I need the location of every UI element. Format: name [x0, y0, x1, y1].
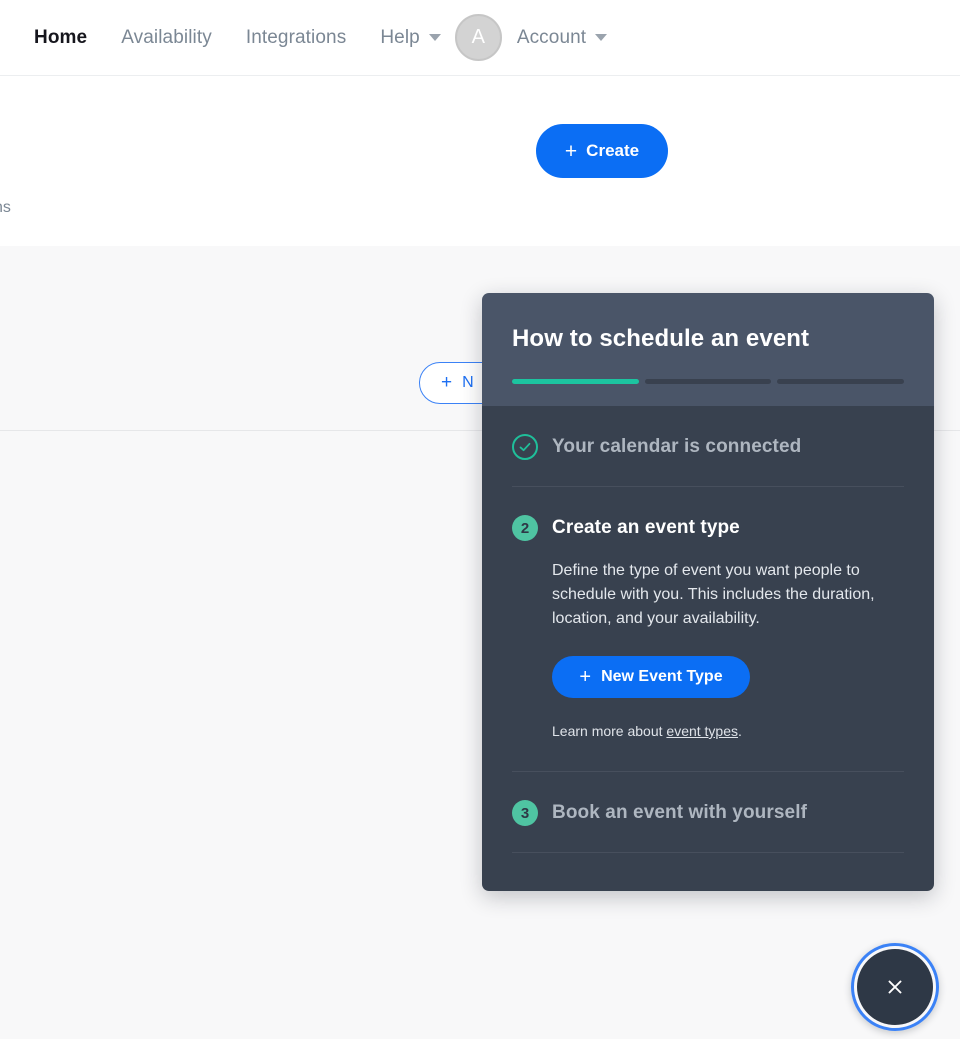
step-item-book-event[interactable]: 3 Book an event with yourself — [512, 772, 904, 891]
plus-icon: + — [441, 372, 453, 393]
close-fab-wrapper — [851, 943, 939, 1031]
event-types-link[interactable]: event types — [666, 723, 738, 739]
modal-title: How to schedule an event — [512, 325, 810, 352]
progress-bar — [512, 379, 905, 384]
nav-item-help-label: Help — [380, 26, 420, 48]
check-circle-icon — [512, 434, 538, 460]
nav-item-help[interactable]: Help — [380, 26, 441, 49]
onboarding-modal: How to schedule an event Your calendar i… — [482, 293, 934, 891]
progress-segment-1 — [512, 379, 639, 384]
nav-item-account-label: Account — [516, 26, 587, 48]
chevron-down-icon — [595, 34, 608, 41]
step-item-calendar-connected[interactable]: Your calendar is connected — [512, 406, 904, 487]
step-item-create-event-type[interactable]: 2 Create an event type Define the type o… — [512, 487, 904, 772]
plus-icon: + — [564, 139, 578, 163]
page-white-section — [0, 76, 960, 246]
new-event-type-outline-label: N — [462, 374, 474, 391]
step-title: Your calendar is connected — [552, 436, 802, 457]
modal-header: How to schedule an event — [482, 293, 934, 406]
step-description: Define the type of event you want people… — [552, 562, 875, 627]
step-header: 2 Create an event type — [512, 515, 904, 541]
clipped-text: ns — [0, 199, 11, 216]
learn-more-suffix: . — [738, 723, 742, 739]
nav-item-availability[interactable]: Availability — [121, 27, 212, 49]
plus-icon: + — [579, 665, 592, 688]
create-button-label: Create — [586, 141, 640, 160]
step-number-badge: 3 — [512, 800, 538, 826]
nav-item-home[interactable]: Home — [34, 27, 87, 49]
chevron-down-icon — [428, 34, 441, 41]
top-navigation: Home Availability Integrations Help A Ac… — [0, 0, 960, 76]
step-header: Your calendar is connected — [512, 434, 904, 460]
avatar[interactable]: A — [454, 14, 502, 61]
learn-more-prefix: Learn more about — [552, 723, 667, 739]
modal-bottom-divider — [512, 852, 904, 853]
nav-item-integrations[interactable]: Integrations — [246, 27, 347, 49]
step-number-badge: 2 — [512, 515, 538, 541]
progress-segment-3 — [777, 379, 905, 384]
new-event-type-button[interactable]: + New Event Type — [552, 656, 750, 698]
close-modal-button[interactable] — [857, 949, 933, 1025]
modal-body: Your calendar is connected 2 Create an e… — [482, 406, 934, 891]
create-button[interactable]: + Create — [536, 124, 668, 178]
new-event-type-button-label: New Event Type — [601, 668, 723, 685]
step-header: 3 Book an event with yourself — [512, 800, 904, 826]
learn-more-text: Learn more about event types. — [552, 723, 904, 739]
step-title: Create an event type — [552, 517, 740, 538]
nav-item-account[interactable]: Account — [516, 26, 608, 49]
close-icon — [884, 976, 906, 998]
step-title: Book an event with yourself — [552, 802, 808, 823]
progress-segment-2 — [644, 379, 772, 384]
